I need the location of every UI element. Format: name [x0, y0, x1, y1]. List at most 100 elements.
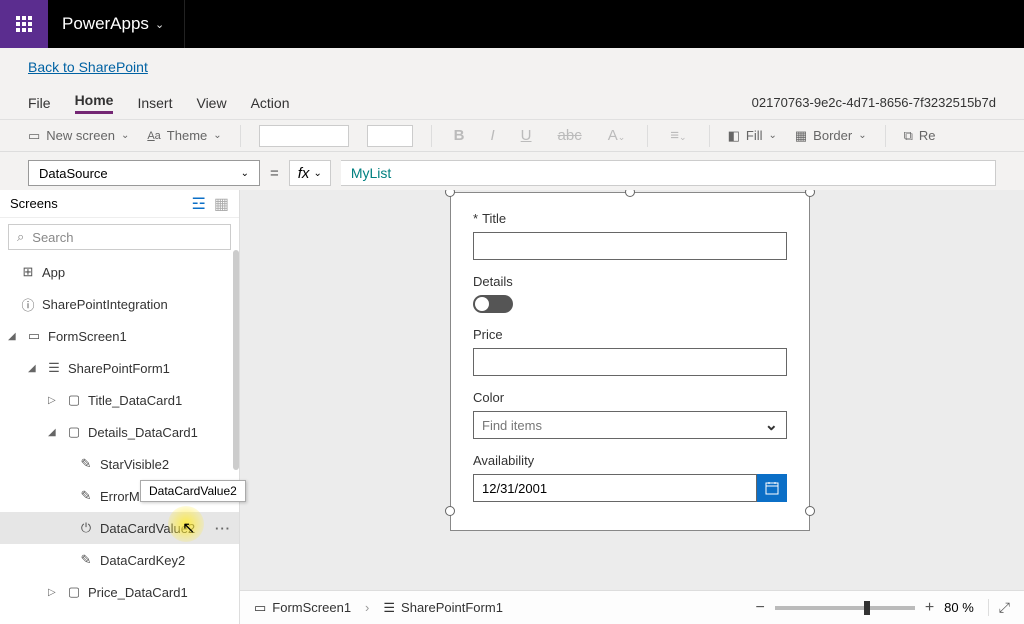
grid-view-icon[interactable]: ▦: [214, 194, 229, 214]
tree-item-datacardkey2[interactable]: ✎DataCardKey2: [0, 544, 239, 576]
canvas[interactable]: *Title Details Price Color Find items ⌄ …: [240, 190, 1024, 624]
align-button[interactable]: ≡⌄: [666, 127, 690, 144]
back-to-sharepoint-link[interactable]: Back to SharePoint: [28, 59, 148, 75]
title-input[interactable]: [473, 232, 787, 260]
label-icon: ✎: [78, 488, 94, 504]
search-input[interactable]: ⌕ Search: [8, 224, 231, 250]
chevron-down-icon: ⌄: [213, 130, 221, 141]
chevron-down-icon: ⌄: [858, 130, 866, 141]
tooltip: DataCardValue2: [140, 480, 246, 502]
tree-item-datacardvalue2[interactable]: ⏻DataCardValue2···: [0, 512, 239, 544]
card-icon: ▢: [66, 392, 82, 408]
zoom-percent: 80 %: [944, 600, 974, 615]
list-view-icon[interactable]: ☲: [192, 194, 206, 214]
new-screen-button[interactable]: ▭ New screen ⌄: [28, 128, 129, 144]
title-bar: PowerApps ⌄: [0, 0, 1024, 48]
field-title: *Title: [473, 211, 787, 260]
availability-input[interactable]: [473, 474, 757, 502]
expand-icon[interactable]: ▷: [48, 587, 60, 598]
document-id: 02170763-9e2c-4d71-8656-7f3232515b7d: [752, 95, 996, 110]
required-indicator: *: [473, 211, 478, 226]
status-bar: ▭ FormScreen1 › ☰ SharePointForm1 − + 80…: [240, 590, 1024, 624]
screen-icon: ▭: [26, 328, 42, 344]
card-icon: ▢: [66, 584, 82, 600]
tree-item-formscreen1[interactable]: ◢▭FormScreen1: [0, 320, 239, 352]
expand-icon[interactable]: ▷: [48, 395, 60, 406]
selection-handle[interactable]: [805, 190, 815, 197]
divider: [885, 125, 886, 147]
fill-icon: ◧: [728, 128, 740, 144]
zoom-in-button[interactable]: +: [925, 599, 934, 617]
zoom-controls: − + 80 %: [755, 599, 973, 617]
tree-item-sharepointintegration[interactable]: ⓘSharePointIntegration: [0, 288, 239, 320]
zoom-out-button[interactable]: −: [755, 599, 764, 617]
font-size-dropdown[interactable]: [367, 125, 413, 147]
form-icon: ☰: [46, 360, 62, 376]
tree-item-price-datacard1[interactable]: ▷▢Price_DataCard1: [0, 576, 239, 608]
formula-input[interactable]: MyList: [341, 160, 996, 186]
tab-home[interactable]: Home: [75, 92, 114, 114]
main-area: Screens ☲ ▦ ⌕ Search ⊞App ⓘSharePointInt…: [0, 190, 1024, 624]
collapse-icon[interactable]: ◢: [28, 363, 40, 374]
fx-button[interactable]: fx⌄: [289, 160, 331, 186]
tree-item-starvisible2[interactable]: ✎StarVisible2: [0, 448, 239, 480]
calendar-icon: [765, 481, 779, 495]
form-icon: ☰: [383, 600, 395, 616]
divider: [431, 125, 432, 147]
chevron-down-icon: ⌄: [155, 18, 164, 31]
breadcrumb-formscreen1[interactable]: ▭ FormScreen1: [254, 600, 351, 616]
bold-button[interactable]: B: [450, 127, 469, 144]
tree-item-title-datacard1[interactable]: ▷▢Title_DataCard1: [0, 384, 239, 416]
tree-item-sharepointform1[interactable]: ◢☰SharePointForm1: [0, 352, 239, 384]
app-launcher-icon[interactable]: [0, 0, 48, 48]
color-dropdown[interactable]: Find items ⌄: [473, 411, 787, 439]
chevron-down-icon: ⌄: [241, 168, 249, 179]
breadcrumb-sharepointform1[interactable]: ☰ SharePointForm1: [383, 600, 503, 616]
theme-button[interactable]: Aa Theme ⌄: [147, 128, 221, 143]
cursor-icon: ↖: [182, 518, 195, 538]
font-family-dropdown[interactable]: [259, 125, 349, 147]
price-input[interactable]: [473, 348, 787, 376]
screen-icon: ▭: [28, 128, 40, 144]
border-icon: ▦: [795, 128, 807, 144]
selection-handle[interactable]: [445, 506, 455, 516]
tree-item-details-datacard1[interactable]: ◢▢Details_DataCard1: [0, 416, 239, 448]
fill-button[interactable]: ◧ Fill ⌄: [728, 128, 777, 144]
divider: [240, 125, 241, 147]
collapse-icon[interactable]: ◢: [8, 331, 20, 342]
app-name-dropdown[interactable]: PowerApps ⌄: [48, 14, 178, 34]
breadcrumb-separator: ›: [365, 600, 369, 615]
card-icon: ▢: [66, 424, 82, 440]
underline-button[interactable]: U: [517, 127, 536, 144]
scrollbar-thumb[interactable]: [233, 250, 239, 470]
tab-insert[interactable]: Insert: [137, 95, 172, 111]
sharepoint-form[interactable]: *Title Details Price Color Find items ⌄ …: [450, 192, 810, 531]
details-toggle[interactable]: [473, 295, 513, 313]
strikethrough-button[interactable]: abc: [554, 127, 586, 144]
tab-file[interactable]: File: [28, 95, 51, 111]
app-icon: ⊞: [20, 264, 36, 280]
zoom-thumb[interactable]: [864, 601, 870, 615]
equals-label: =: [270, 165, 279, 182]
property-selector[interactable]: DataSource ⌄: [28, 160, 260, 186]
label-icon: ✎: [78, 552, 94, 568]
font-color-button[interactable]: A⌄: [604, 127, 630, 144]
collapse-icon[interactable]: ◢: [48, 427, 60, 438]
zoom-slider[interactable]: [775, 606, 915, 610]
selection-handle[interactable]: [805, 506, 815, 516]
calendar-button[interactable]: [757, 474, 787, 502]
toggle-icon: ⏻: [78, 520, 94, 536]
chevron-down-icon: ⌄: [768, 130, 776, 141]
italic-button[interactable]: I: [487, 127, 499, 144]
border-button[interactable]: ▦ Border ⌄: [795, 128, 867, 144]
tab-action[interactable]: Action: [251, 95, 290, 111]
fullscreen-button[interactable]: ⤢: [988, 599, 1010, 616]
tab-view[interactable]: View: [196, 95, 226, 111]
divider: [709, 125, 710, 147]
tree-item-app[interactable]: ⊞App: [0, 256, 239, 288]
reorder-button[interactable]: ⧉ Re: [904, 128, 936, 144]
field-color: Color Find items ⌄: [473, 390, 787, 439]
chevron-down-icon: ⌄: [121, 130, 129, 141]
theme-icon: Aa: [147, 130, 160, 142]
more-icon[interactable]: ···: [215, 521, 231, 536]
